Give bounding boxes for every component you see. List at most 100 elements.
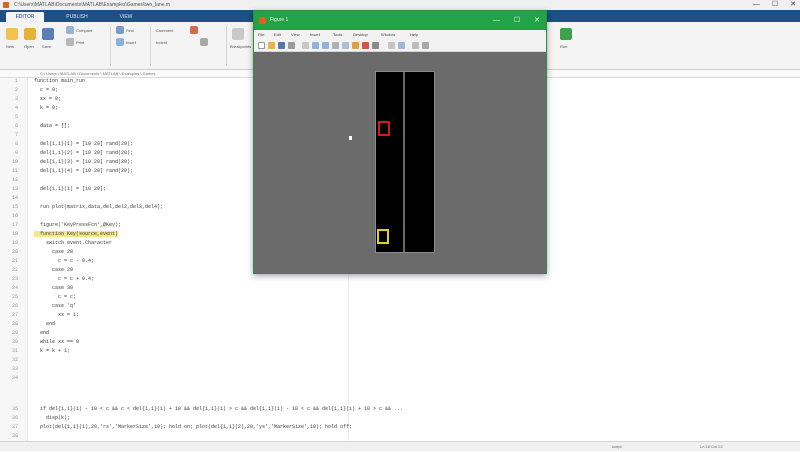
tab-view[interactable]: VIEW bbox=[110, 12, 142, 22]
breakpoints-icon[interactable] bbox=[232, 28, 244, 40]
code-line: while xx == 0 bbox=[34, 339, 80, 345]
line-number: 6 bbox=[14, 123, 18, 129]
line-number: 8 bbox=[14, 141, 18, 147]
line-number: 24 bbox=[11, 285, 18, 291]
figure-canvas[interactable] bbox=[254, 52, 546, 273]
figure-icon bbox=[259, 17, 266, 24]
minimize-button[interactable]: — bbox=[753, 0, 760, 10]
colorbar-icon[interactable] bbox=[388, 42, 395, 49]
new-figure-icon[interactable] bbox=[258, 42, 265, 49]
insert-icon[interactable] bbox=[116, 38, 124, 46]
line-number: 22 bbox=[11, 267, 18, 273]
run-button-label: Run bbox=[560, 44, 568, 49]
print-icon[interactable] bbox=[66, 38, 74, 46]
find-icon[interactable] bbox=[116, 26, 124, 34]
code-line: xx = 1; bbox=[34, 312, 80, 318]
code-line: c = 0; bbox=[34, 87, 59, 93]
status-bar: script Ln 18 Col 22 bbox=[0, 441, 800, 451]
menu-desktop[interactable]: Desktop bbox=[353, 30, 368, 39]
maximize-button[interactable]: ☐ bbox=[772, 0, 778, 10]
code-line: case 'q' bbox=[34, 303, 77, 309]
code-line: if del{1,1}(1) - 10 < c && c < del{1,1}(… bbox=[34, 406, 404, 412]
figure-titlebar[interactable]: Figure 1 — ☐ ✕ bbox=[254, 11, 546, 30]
line-number: 19 bbox=[11, 240, 18, 246]
menu-file[interactable]: File bbox=[258, 30, 264, 39]
dock-figure-icon[interactable] bbox=[422, 42, 429, 49]
figure-close-button[interactable]: ✕ bbox=[534, 11, 540, 30]
figure-minimize-button[interactable]: — bbox=[493, 11, 500, 30]
lane-divider bbox=[403, 72, 405, 252]
new-button-label: New bbox=[6, 44, 15, 49]
menu-insert[interactable]: Insert bbox=[310, 30, 320, 39]
plot-tools-icon[interactable] bbox=[412, 42, 419, 49]
legend-icon[interactable] bbox=[398, 42, 405, 49]
figure-menubar: File Edit View Insert Tools Desktop Wind… bbox=[254, 30, 546, 39]
compare-icon[interactable] bbox=[66, 26, 74, 34]
brush-icon[interactable] bbox=[362, 42, 369, 49]
line-number: 20 bbox=[11, 249, 18, 255]
figure-maximize-button[interactable]: ☐ bbox=[514, 11, 520, 30]
tab-publish[interactable]: PUBLISH bbox=[58, 12, 96, 22]
rotate-icon[interactable] bbox=[342, 42, 349, 49]
code-line: figure('KeyPressFcn',@Key); bbox=[34, 222, 122, 228]
comment-icon[interactable] bbox=[190, 26, 198, 34]
run-icon[interactable] bbox=[560, 28, 572, 40]
new-icon[interactable] bbox=[6, 28, 18, 40]
link-plot-icon[interactable] bbox=[372, 42, 379, 49]
line-number: 34 bbox=[11, 375, 18, 381]
line-number: 14 bbox=[11, 195, 18, 201]
zoom-out-icon[interactable] bbox=[322, 42, 329, 49]
code-line: xx = 0; bbox=[34, 96, 62, 102]
line-number: 32 bbox=[11, 357, 18, 363]
figure-title: Figure 1 bbox=[270, 17, 289, 23]
line-number: 11 bbox=[11, 168, 18, 174]
line-number: 2 bbox=[14, 87, 18, 93]
line-number: 9 bbox=[14, 150, 18, 156]
open-button-label: Open bbox=[24, 44, 34, 49]
app-titlebar: C:\Users\MATLAB\Documents\MATLAB\Example… bbox=[0, 0, 800, 10]
zoom-in-icon[interactable] bbox=[312, 42, 319, 49]
code-line: k = 0; bbox=[34, 105, 59, 111]
pan-icon[interactable] bbox=[332, 42, 339, 49]
window-title: C:\Users\MATLAB\Documents\MATLAB\Example… bbox=[14, 2, 170, 8]
comment-button-label[interactable]: Comment bbox=[156, 28, 173, 33]
line-number: 35 bbox=[11, 406, 18, 412]
menu-tools[interactable]: Tools bbox=[333, 30, 342, 39]
save-figure-icon[interactable] bbox=[278, 42, 285, 49]
line-number: 25 bbox=[11, 294, 18, 300]
code-line: switch event.Character bbox=[34, 240, 113, 246]
line-number: 26 bbox=[11, 303, 18, 309]
line-number-gutter: 1 2 3 4 5 6 7 8 9 10 11 12 13 14 15 16 1… bbox=[0, 78, 28, 441]
red-square-marker bbox=[378, 121, 390, 136]
code-line: plot(del{1,1}(1),20,'rs','MarkerSize',10… bbox=[34, 424, 353, 430]
menu-view[interactable]: View bbox=[291, 30, 300, 39]
line-number: 33 bbox=[11, 366, 18, 372]
data-cursor-icon[interactable] bbox=[352, 42, 359, 49]
code-line: del{1,1}(1) = [10 20] rand(20); bbox=[34, 141, 134, 147]
matlab-window: C:\Users\MATLAB\Documents\MATLAB\Example… bbox=[0, 0, 800, 451]
print-figure-icon[interactable] bbox=[288, 42, 295, 49]
code-line: end bbox=[34, 321, 56, 327]
indent-button-label[interactable]: Indent bbox=[156, 40, 167, 45]
code-line: c = c - 0.4; bbox=[34, 258, 95, 264]
edit-plot-icon[interactable] bbox=[302, 42, 309, 49]
save-icon[interactable] bbox=[42, 28, 54, 40]
tab-editor[interactable]: EDITOR bbox=[6, 12, 44, 22]
ribbon-divider bbox=[226, 26, 227, 66]
close-button[interactable]: ✕ bbox=[790, 0, 796, 10]
menu-edit[interactable]: Edit bbox=[274, 30, 281, 39]
code-line: del{1,1}(3) = [10 20] rand(20); bbox=[34, 159, 134, 165]
line-number: 31 bbox=[11, 348, 18, 354]
line-number: 37 bbox=[11, 424, 18, 430]
open-file-icon[interactable] bbox=[268, 42, 275, 49]
menu-window[interactable]: Window bbox=[381, 30, 395, 39]
compare-button-label: Compare bbox=[76, 28, 93, 33]
menu-help[interactable]: Help bbox=[410, 30, 418, 39]
figure-window[interactable]: Figure 1 — ☐ ✕ File Edit View Insert Too… bbox=[253, 10, 547, 274]
code-line: case 30 bbox=[34, 285, 74, 291]
line-number: 10 bbox=[11, 159, 18, 165]
open-icon[interactable] bbox=[24, 28, 36, 40]
indent-icon[interactable] bbox=[200, 38, 208, 46]
code-line: run plot(matrix,data,del,del2,del3,del4)… bbox=[34, 204, 164, 210]
line-number: 30 bbox=[11, 339, 18, 345]
